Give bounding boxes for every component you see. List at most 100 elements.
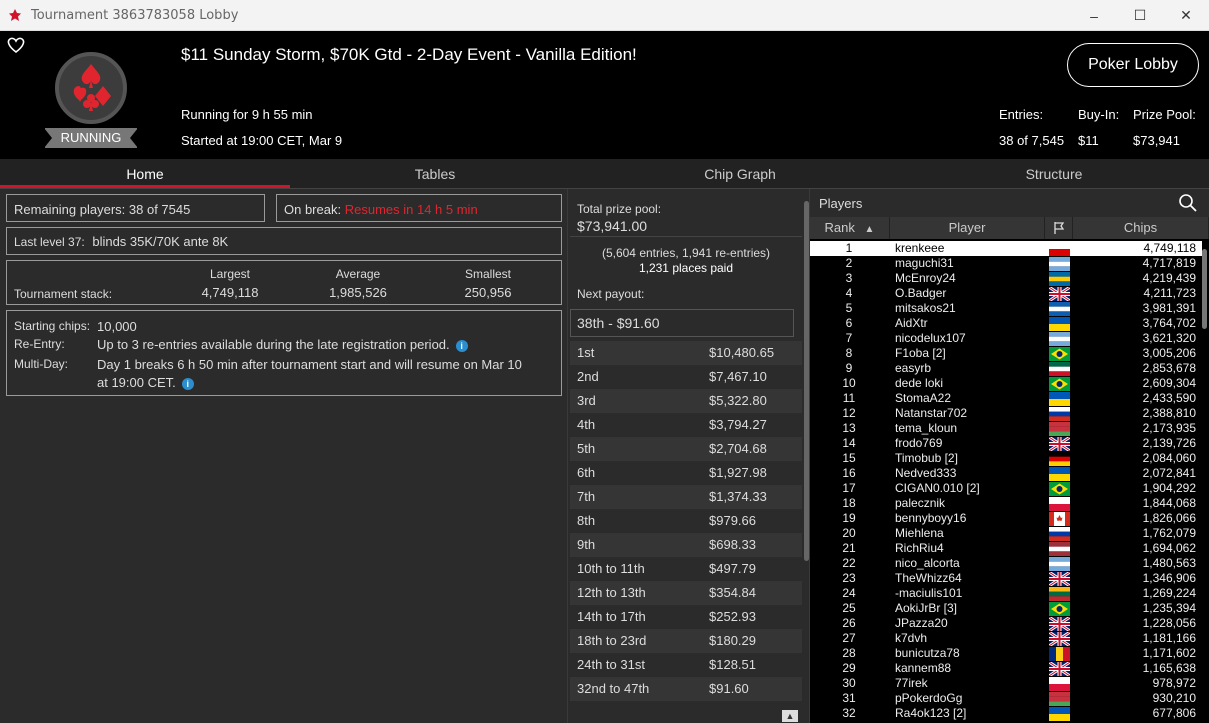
player-chips: 2,139,726 bbox=[1142, 436, 1196, 450]
player-name: bennyboyy16 bbox=[895, 511, 967, 525]
player-row[interactable]: 2 maguchi31 4,717,819 bbox=[810, 256, 1202, 271]
player-row[interactable]: 18 palecznik 1,844,068 bbox=[810, 496, 1202, 511]
player-chips: 677,806 bbox=[1152, 706, 1196, 720]
player-name: Nedved333 bbox=[895, 466, 957, 480]
multiday-value-line-2-wrap: at 19:00 CET. i bbox=[97, 375, 194, 390]
player-chips: 2,433,590 bbox=[1142, 391, 1196, 405]
close-button[interactable]: ✕ bbox=[1163, 0, 1209, 31]
country-column-header[interactable] bbox=[1045, 217, 1073, 239]
payout-place: 32nd to 47th bbox=[577, 681, 650, 696]
player-chips: 4,211,723 bbox=[1143, 286, 1197, 300]
player-row[interactable]: 25 AokiJrBr [3] 1,235,394 bbox=[810, 601, 1202, 616]
player-row[interactable]: 30 77irek 978,972 bbox=[810, 676, 1202, 691]
player-row[interactable]: 7 nicodelux107 3,621,320 bbox=[810, 331, 1202, 346]
player-row[interactable]: 12 Natanstar702 2,388,810 bbox=[810, 406, 1202, 421]
player-name: k7dvh bbox=[895, 631, 928, 645]
multiday-info-icon[interactable]: i bbox=[181, 377, 194, 390]
poker-lobby-button[interactable]: Poker Lobby bbox=[1067, 43, 1199, 87]
player-row[interactable]: 6 AidXtr 3,764,702 bbox=[810, 316, 1202, 331]
players-scrollbar[interactable] bbox=[1202, 249, 1207, 329]
running-duration: Running for 9 h 55 min bbox=[181, 107, 313, 122]
entries-label: Entries: bbox=[999, 107, 1044, 122]
country-flag-icon bbox=[1049, 242, 1070, 256]
player-row[interactable]: 17 CIGAN0.010 [2] 1,904,292 bbox=[810, 481, 1202, 496]
payout-scrollbar[interactable] bbox=[804, 201, 809, 561]
player-row[interactable]: 15 Timobub [2] 2,084,060 bbox=[810, 451, 1202, 466]
payout-row: 8th $979.66 bbox=[570, 509, 802, 533]
maximize-button[interactable]: ☐ bbox=[1117, 0, 1163, 31]
player-chips: 2,173,935 bbox=[1142, 421, 1196, 435]
smallest-label: Smallest bbox=[464, 267, 511, 281]
player-rank: 2 bbox=[845, 256, 853, 270]
player-row[interactable]: 5 mitsakos21 3,981,391 bbox=[810, 301, 1202, 316]
player-chips: 1,346,906 bbox=[1142, 571, 1196, 585]
player-row[interactable]: 23 TheWhizz64 1,346,906 bbox=[810, 571, 1202, 586]
player-row[interactable]: 24 -maciulis101 1,269,224 bbox=[810, 586, 1202, 601]
reentry-info-icon[interactable]: i bbox=[455, 339, 468, 352]
payout-amount: $3,794.27 bbox=[709, 417, 767, 432]
payout-row: 7th $1,374.33 bbox=[570, 485, 802, 509]
players-panel: Players Rank ▲ Player Chips 1 krenkeee 4,7… bbox=[810, 189, 1209, 723]
player-row[interactable]: 8 F1oba [2] 3,005,206 bbox=[810, 346, 1202, 361]
minimize-button[interactable]: – bbox=[1071, 0, 1117, 31]
average-value: 1,985,526 bbox=[329, 285, 387, 300]
player-rank: 4 bbox=[845, 286, 853, 300]
buyin-value: $11 bbox=[1078, 133, 1099, 148]
payout-place: 4th bbox=[577, 417, 596, 432]
player-row[interactable]: 26 JPazza20 1,228,056 bbox=[810, 616, 1202, 631]
player-row[interactable]: 20 Miehlena 1,762,079 bbox=[810, 526, 1202, 541]
player-row[interactable]: 16 Nedved333 2,072,841 bbox=[810, 466, 1202, 481]
player-chips: 3,005,206 bbox=[1142, 346, 1196, 360]
player-row[interactable]: 19 bennyboyy16 1,826,066 bbox=[810, 511, 1202, 526]
player-row[interactable]: 13 tema_kloun 2,173,935 bbox=[810, 421, 1202, 436]
player-chips: 1,165,638 bbox=[1142, 661, 1196, 675]
payout-amount: $180.29 bbox=[709, 633, 756, 648]
payout-amount: $5,322.80 bbox=[709, 393, 767, 408]
player-row[interactable]: 29 kannem88 1,165,638 bbox=[810, 661, 1202, 676]
active-tab-indicator bbox=[0, 185, 290, 188]
player-chips: 1,235,394 bbox=[1142, 601, 1196, 615]
last-level-value: blinds 35K/70K ante 8K bbox=[92, 234, 229, 249]
payout-amount: $128.51 bbox=[709, 657, 756, 672]
rank-column-header[interactable]: Rank ▲ bbox=[810, 217, 890, 239]
favorite-heart-icon[interactable] bbox=[6, 35, 26, 55]
player-row[interactable]: 14 frodo769 2,139,726 bbox=[810, 436, 1202, 451]
player-row[interactable]: 3 McEnroy24 4,219,439 bbox=[810, 271, 1202, 286]
player-rank: 28 bbox=[842, 646, 856, 660]
search-icon[interactable] bbox=[1178, 193, 1198, 213]
player-row[interactable]: 11 StomaA22 2,433,590 bbox=[810, 391, 1202, 406]
payout-place: 2nd bbox=[577, 369, 599, 384]
scroll-up-arrow-icon[interactable]: ▲ bbox=[782, 710, 798, 722]
player-name: kannem88 bbox=[895, 661, 952, 675]
tab-chip-graph[interactable]: Chip Graph bbox=[590, 159, 890, 189]
player-row[interactable]: 28 bunicutza78 1,171,602 bbox=[810, 646, 1202, 661]
country-flag-icon bbox=[1049, 437, 1070, 451]
player-row[interactable]: 21 RichRiu4 1,694,062 bbox=[810, 541, 1202, 556]
player-row[interactable]: 9 easyrb 2,853,678 bbox=[810, 361, 1202, 376]
player-row[interactable]: 4 O.Badger 4,211,723 bbox=[810, 286, 1202, 301]
tab-structure[interactable]: Structure bbox=[904, 159, 1204, 189]
start-time: Started at 19:00 CET, Mar 9 bbox=[181, 133, 343, 148]
payout-place: 3rd bbox=[577, 393, 596, 408]
player-rank: 10 bbox=[842, 376, 856, 390]
chips-column-header[interactable]: Chips bbox=[1073, 217, 1209, 239]
player-row[interactable]: 27 k7dvh 1,181,166 bbox=[810, 631, 1202, 646]
player-row[interactable]: 10 dede loki 2,609,304 bbox=[810, 376, 1202, 391]
player-rank: 6 bbox=[845, 316, 853, 330]
player-row[interactable]: 22 nico_alcorta 1,480,563 bbox=[810, 556, 1202, 571]
country-flag-icon bbox=[1049, 587, 1070, 601]
rank-header-label: Rank bbox=[824, 220, 855, 235]
tab-tables[interactable]: Tables bbox=[290, 159, 580, 189]
player-column-header[interactable]: Player bbox=[890, 217, 1045, 239]
buyin-label: Buy-In: bbox=[1078, 107, 1120, 122]
player-row[interactable]: 1 krenkeee 4,749,118 bbox=[810, 241, 1202, 256]
payout-row: 4th $3,794.27 bbox=[570, 413, 802, 437]
player-rank: 23 bbox=[842, 571, 856, 585]
tournament-logo: RUNNING bbox=[44, 48, 138, 152]
country-flag-icon bbox=[1049, 257, 1070, 271]
player-chips: 1,181,166 bbox=[1142, 631, 1196, 645]
player-name: bunicutza78 bbox=[895, 646, 960, 660]
player-row[interactable]: 31 pPokerdoGg 930,210 bbox=[810, 691, 1202, 706]
player-row[interactable]: 32 Ra4ok123 [2] 677,806 bbox=[810, 706, 1202, 721]
player-name: mitsakos21 bbox=[895, 301, 956, 315]
